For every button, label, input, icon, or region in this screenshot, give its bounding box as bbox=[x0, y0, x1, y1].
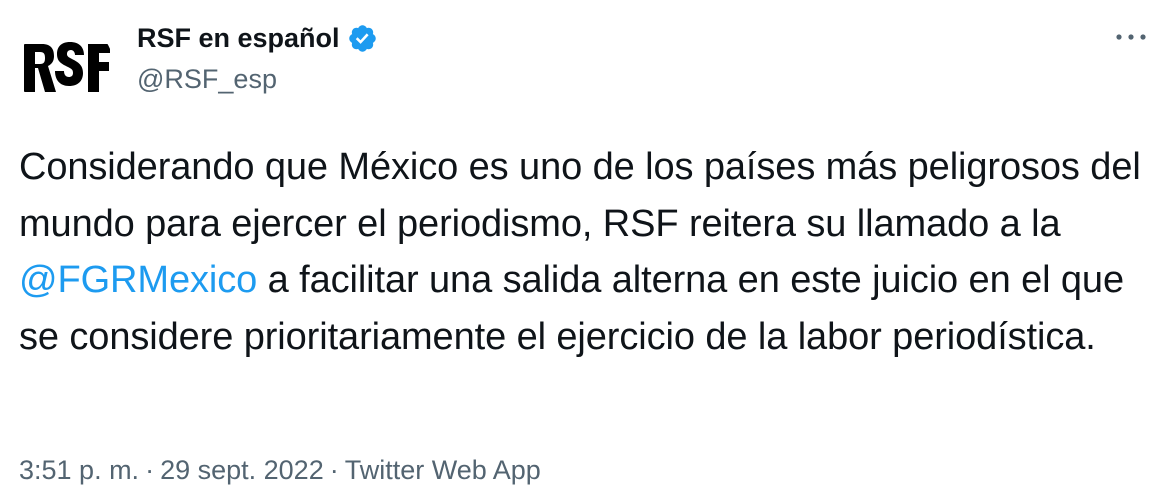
tweet-source-link[interactable]: Twitter Web App bbox=[345, 455, 541, 485]
meta-separator: · bbox=[145, 455, 155, 485]
tweet-card: RSF en español @RSF_esp Considerando que… bbox=[0, 0, 1166, 504]
author-display-name[interactable]: RSF en español bbox=[137, 20, 340, 56]
more-options-icon bbox=[1116, 34, 1146, 40]
tweet-date-link[interactable]: 29 sept. 2022 bbox=[160, 455, 324, 485]
tweet-text-before-mention: Considerando que México es uno de los pa… bbox=[19, 146, 1141, 245]
rsf-logo bbox=[24, 42, 110, 92]
tweet-time-link[interactable]: 3:51 p. m. bbox=[19, 455, 139, 485]
verified-badge-icon bbox=[347, 23, 378, 54]
mention-link[interactable]: @FGRMexico bbox=[19, 259, 257, 301]
tweet-metadata: 3:51 p. m. · 29 sept. 2022 · Twitter Web App bbox=[19, 450, 541, 490]
tweet-text: Considerando que México es uno de los pa… bbox=[19, 139, 1144, 365]
author-handle[interactable]: @RSF_esp bbox=[137, 62, 277, 96]
avatar[interactable] bbox=[18, 20, 114, 116]
author-name-row[interactable]: RSF en español bbox=[137, 20, 378, 56]
meta-separator: · bbox=[329, 455, 339, 485]
more-options-button[interactable] bbox=[1105, 22, 1157, 52]
